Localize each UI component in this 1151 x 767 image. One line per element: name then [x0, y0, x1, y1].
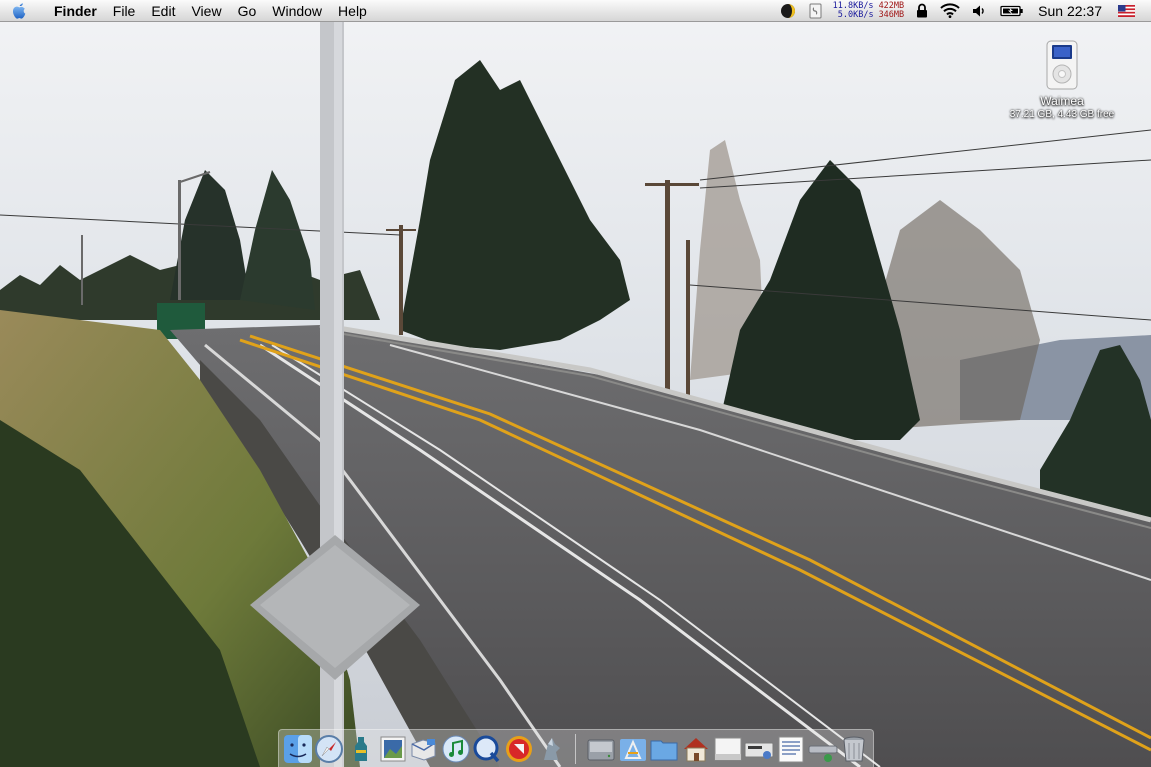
drive-volume-icon — [808, 745, 837, 762]
memory-monitor[interactable]: 422MB 346MB — [877, 1, 911, 20]
desktop-wallpaper — [0, 0, 1151, 767]
itunes-icon — [442, 735, 470, 762]
applications-folder-icon — [619, 738, 646, 761]
menu-help[interactable]: Help — [330, 0, 375, 22]
quicktime-icon — [473, 735, 500, 762]
safari-compass-icon — [315, 734, 344, 763]
wifi-icon — [940, 3, 960, 18]
us-flag-icon — [1118, 4, 1135, 17]
finder-icon — [283, 734, 312, 763]
text-document-icon — [778, 736, 804, 762]
menu-go[interactable]: Go — [230, 0, 265, 22]
dock-documents-folder[interactable] — [649, 733, 680, 765]
menu-window[interactable]: Window — [264, 0, 330, 22]
dock-presentation[interactable] — [504, 733, 535, 765]
drive-icon-waimea[interactable]: Waimea 37.21 GB, 4.43 GB free — [1000, 40, 1124, 121]
moon-phase-menu[interactable] — [774, 0, 802, 22]
script-menu[interactable] — [802, 0, 830, 22]
drive-name: Waimea — [1040, 94, 1084, 108]
input-menu[interactable] — [1112, 0, 1141, 22]
dock-trash[interactable] — [839, 733, 870, 765]
system-utility-icon — [355, 736, 368, 761]
mail-icon — [411, 738, 436, 761]
home-icon — [684, 737, 709, 761]
keychain-lock-menu[interactable] — [910, 0, 934, 22]
dock — [278, 729, 874, 767]
menu-edit[interactable]: Edit — [143, 0, 183, 22]
drive-capacity: 37.21 GB, 4.43 GB free — [1009, 109, 1115, 120]
dock-drive-volume[interactable] — [807, 733, 838, 765]
menu-file[interactable]: File — [105, 0, 144, 22]
apple-icon — [12, 2, 26, 19]
dock-separator — [575, 733, 577, 764]
moon-phase-icon — [780, 3, 795, 18]
disk-icon — [714, 737, 742, 760]
documents-folder-icon — [650, 740, 678, 760]
dock-fetch[interactable] — [535, 733, 566, 765]
script-icon — [809, 3, 822, 18]
desktop[interactable]: Waimea 37.21 GB, 4.43 GB free — [0, 0, 1151, 767]
dock-text-document[interactable] — [776, 733, 807, 765]
dock-network-volume[interactable] — [744, 733, 775, 765]
net-download-rate: 5.0KB/s — [837, 9, 874, 20]
network-volume-icon — [744, 742, 774, 759]
dock-quicktime[interactable] — [472, 733, 503, 765]
network-monitor[interactable]: 11.8KB/s 5.0KB/s — [830, 1, 877, 20]
presentation-icon — [506, 735, 533, 762]
menu-app-finder[interactable]: Finder — [38, 0, 105, 22]
apple-menu[interactable] — [0, 0, 38, 22]
ipod-drive-icon — [1046, 40, 1078, 90]
dock-hard-drive[interactable] — [586, 733, 617, 765]
battery-menu[interactable] — [994, 0, 1030, 22]
menu-bar: Finder File Edit View Go Window Help 11.… — [0, 0, 1151, 22]
volume-menu[interactable] — [966, 0, 994, 22]
dock-finder[interactable] — [283, 733, 314, 765]
dock-preview[interactable] — [377, 733, 408, 765]
dock-system-utility[interactable] — [346, 733, 377, 765]
dock-mail[interactable] — [409, 733, 440, 765]
dock-itunes[interactable] — [441, 733, 472, 765]
menu-clock[interactable]: Sun 22:37 — [1030, 3, 1112, 19]
hard-drive-icon — [587, 739, 615, 760]
preview-icon — [380, 736, 406, 761]
volume-icon — [973, 5, 984, 16]
dock-applications-folder[interactable] — [618, 733, 649, 765]
memory-free: 346MB — [878, 9, 905, 20]
dock-disk[interactable] — [712, 733, 743, 765]
dock-home-folder[interactable] — [681, 733, 712, 765]
fetch-dog-icon — [543, 737, 560, 760]
airport-menu[interactable] — [934, 0, 966, 22]
menu-view[interactable]: View — [183, 0, 229, 22]
dock-safari[interactable] — [314, 733, 345, 765]
battery-icon — [1000, 5, 1023, 16]
lock-icon — [917, 3, 928, 18]
trash-icon — [843, 736, 865, 761]
